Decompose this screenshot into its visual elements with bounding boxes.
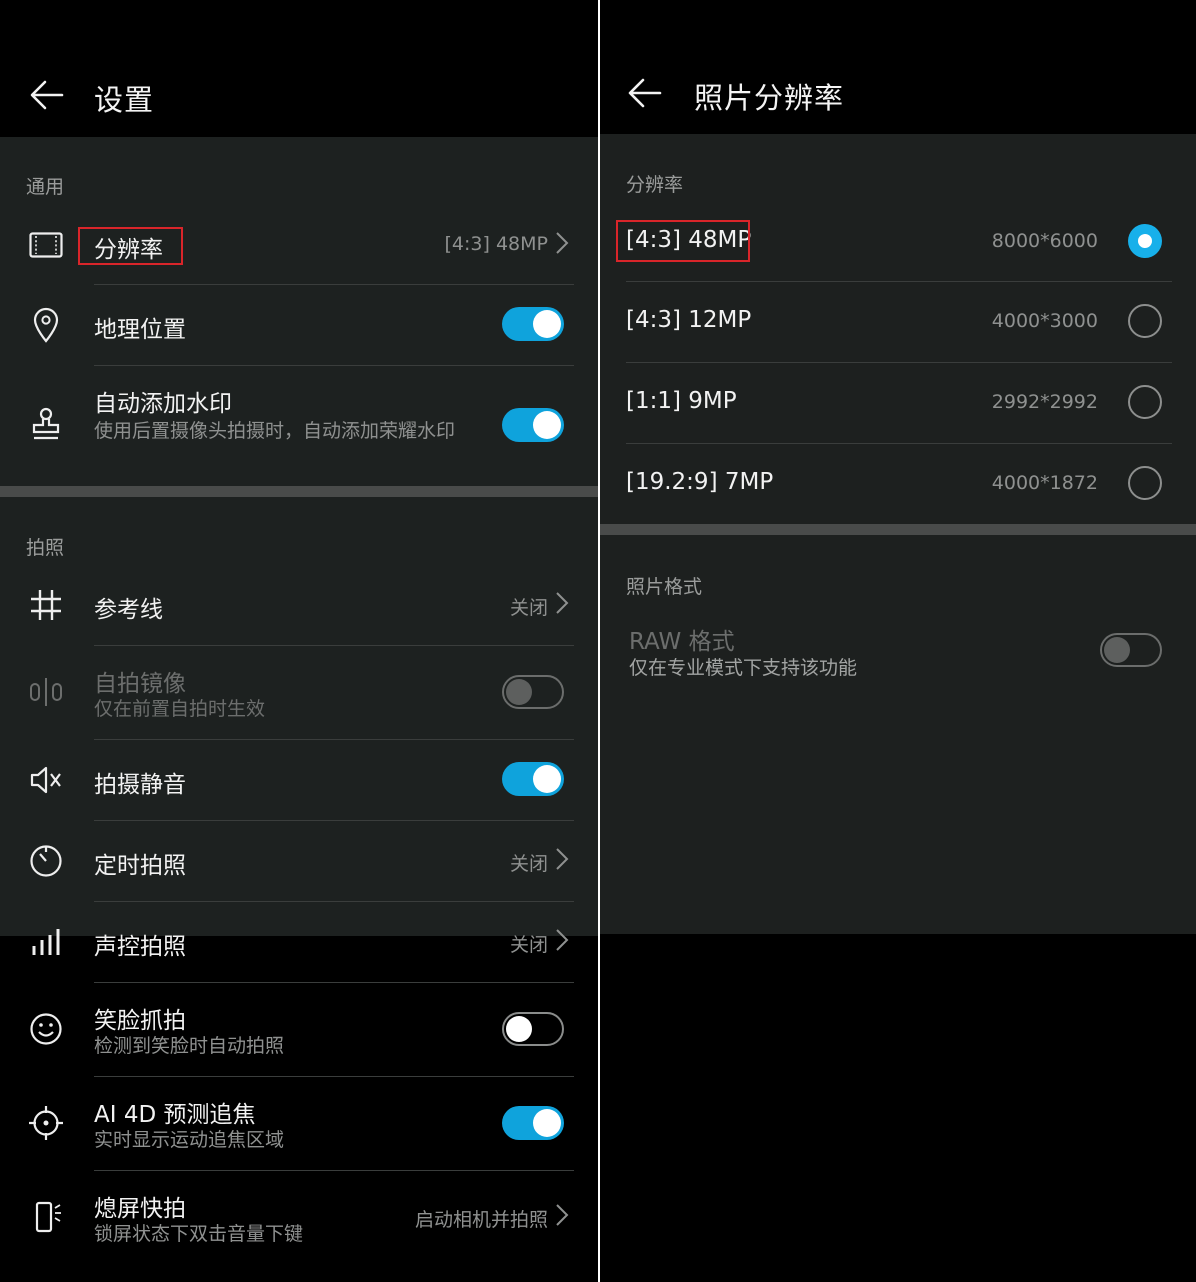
raw-format-toggle <box>1100 633 1162 667</box>
section-title-photo: 拍照 <box>26 537 65 559</box>
section-separator <box>0 486 598 497</box>
toggle-knob <box>533 310 561 338</box>
watermark-label: 自动添加水印 <box>94 391 232 417</box>
gridlines-label: 参考线 <box>94 597 163 623</box>
mute-label: 拍摄静音 <box>94 772 186 798</box>
voice-row[interactable]: 声控拍照 关闭 <box>0 902 598 982</box>
gridlines-value: 关闭 <box>509 597 548 619</box>
watermark-toggle[interactable] <box>502 408 564 442</box>
smile-label: 笑脸抓拍 <box>94 1008 186 1034</box>
stamp-icon <box>26 404 66 444</box>
mirror-label: 自拍镜像 <box>94 671 186 697</box>
back-arrow-icon[interactable] <box>628 78 662 108</box>
timer-label: 定时拍照 <box>94 853 186 879</box>
toggle-knob <box>506 1016 532 1042</box>
quick-snap-row[interactable]: 熄屏快拍 锁屏状态下双击音量下键 启动相机并拍照 <box>0 1171 598 1264</box>
resolution-option-row[interactable]: [1:1] 9MP 2992*2992 <box>600 363 1196 443</box>
timer-value: 关闭 <box>509 853 548 875</box>
raw-format-row: RAW 格式 仅在专业模式下支持该功能 <box>600 606 1196 696</box>
chevron-right-icon <box>556 1204 569 1226</box>
phone-volume-icon <box>26 1197 66 1237</box>
speaker-mute-icon <box>26 760 66 800</box>
chevron-right-icon <box>556 848 569 870</box>
quick-snap-label: 熄屏快拍 <box>94 1196 186 1222</box>
mute-row[interactable]: 拍摄静音 <box>0 740 598 820</box>
ai-focus-label: AI 4D 预测追焦 <box>94 1102 256 1128</box>
back-arrow-icon[interactable] <box>30 80 64 110</box>
section-separator <box>600 524 1196 535</box>
resolution-option-dimensions: 2992*2992 <box>991 391 1098 413</box>
smile-toggle[interactable] <box>502 1012 564 1046</box>
mirror-row: 自拍镜像 仅在前置自拍时生效 <box>0 646 598 738</box>
section-title-format: 照片格式 <box>626 576 703 598</box>
radio-selected[interactable] <box>1128 224 1162 258</box>
quick-snap-value: 启动相机并拍照 <box>414 1209 548 1231</box>
quick-snap-description: 锁屏状态下双击音量下键 <box>94 1223 304 1245</box>
watermark-row[interactable]: 自动添加水印 使用后置摄像头拍摄时，自动添加荣耀水印 <box>0 366 598 484</box>
chevron-right-icon <box>556 929 569 951</box>
radio-unselected[interactable] <box>1128 466 1162 500</box>
watermark-description: 使用后置摄像头拍摄时，自动添加荣耀水印 <box>94 420 456 442</box>
mirror-description: 仅在前置自拍时生效 <box>94 698 266 720</box>
settings-panel: 设置 通用 分辨率 [4:3] 48MP 地理位置 自动添加水印 使用后置摄像头… <box>0 0 598 1282</box>
page-title: 照片分辨率 <box>694 81 845 115</box>
resolution-panel: 照片分辨率 分辨率 [4:3] 48MP 8000*6000 [4:3] 12M… <box>600 0 1196 1282</box>
location-label: 地理位置 <box>94 317 186 343</box>
location-pin-icon <box>26 305 66 345</box>
resolution-highlight-box <box>78 227 183 265</box>
resolution-option-dimensions: 8000*6000 <box>991 230 1098 252</box>
gridlines-row[interactable]: 参考线 关闭 <box>0 565 598 645</box>
page-title: 设置 <box>94 83 155 117</box>
aspect-frame-icon <box>26 225 66 265</box>
mirror-toggle <box>502 675 564 709</box>
resolution-option-label: [19.2:9] 7MP <box>626 469 774 495</box>
toggle-knob <box>533 1109 561 1137</box>
section-title-resolution: 分辨率 <box>626 174 684 196</box>
toggle-knob <box>533 411 561 439</box>
resolution-option-label: [4:3] 12MP <box>626 307 752 333</box>
option-highlight-box <box>616 220 750 262</box>
section-title-general: 通用 <box>26 176 65 198</box>
smile-description: 检测到笑脸时自动拍照 <box>94 1035 285 1057</box>
radio-unselected[interactable] <box>1128 304 1162 338</box>
raw-format-description: 仅在专业模式下支持该功能 <box>629 657 858 679</box>
ai-focus-description: 实时显示运动追焦区域 <box>94 1129 285 1151</box>
voice-value: 关闭 <box>509 934 548 956</box>
resolution-appbar: 照片分辨率 <box>600 0 1196 134</box>
raw-format-label: RAW 格式 <box>629 629 735 655</box>
toggle-knob <box>533 765 561 793</box>
signal-bars-icon <box>26 922 66 962</box>
resolution-option-dimensions: 4000*3000 <box>991 310 1098 332</box>
ai-focus-row[interactable]: AI 4D 预测追焦 实时显示运动追焦区域 <box>0 1077 598 1170</box>
toggle-knob <box>506 679 532 705</box>
toggle-knob <box>1104 637 1130 663</box>
ai-focus-toggle[interactable] <box>502 1106 564 1140</box>
grid-icon <box>26 585 66 625</box>
mirror-icon <box>26 672 66 712</box>
radio-unselected[interactable] <box>1128 385 1162 419</box>
settings-appbar: 设置 <box>0 0 598 137</box>
location-row[interactable]: 地理位置 <box>0 285 598 365</box>
location-toggle[interactable] <box>502 307 564 341</box>
smiley-icon <box>26 1009 66 1049</box>
resolution-option-label: [1:1] 9MP <box>626 388 737 414</box>
resolution-option-row[interactable]: [4:3] 12MP 4000*3000 <box>600 282 1196 362</box>
voice-label: 声控拍照 <box>94 934 186 960</box>
resolution-option-dimensions: 4000*1872 <box>991 472 1098 494</box>
chevron-right-icon <box>556 592 569 614</box>
timer-row[interactable]: 定时拍照 关闭 <box>0 821 598 901</box>
resolution-option-row[interactable]: [19.2:9] 7MP 4000*1872 <box>600 444 1196 524</box>
chevron-right-icon <box>556 232 569 254</box>
timer-icon <box>26 841 66 881</box>
mute-toggle[interactable] <box>502 762 564 796</box>
crosshair-icon <box>26 1103 66 1143</box>
resolution-value: [4:3] 48MP <box>444 233 548 255</box>
smile-row[interactable]: 笑脸抓拍 检测到笑脸时自动拍照 <box>0 983 598 1076</box>
